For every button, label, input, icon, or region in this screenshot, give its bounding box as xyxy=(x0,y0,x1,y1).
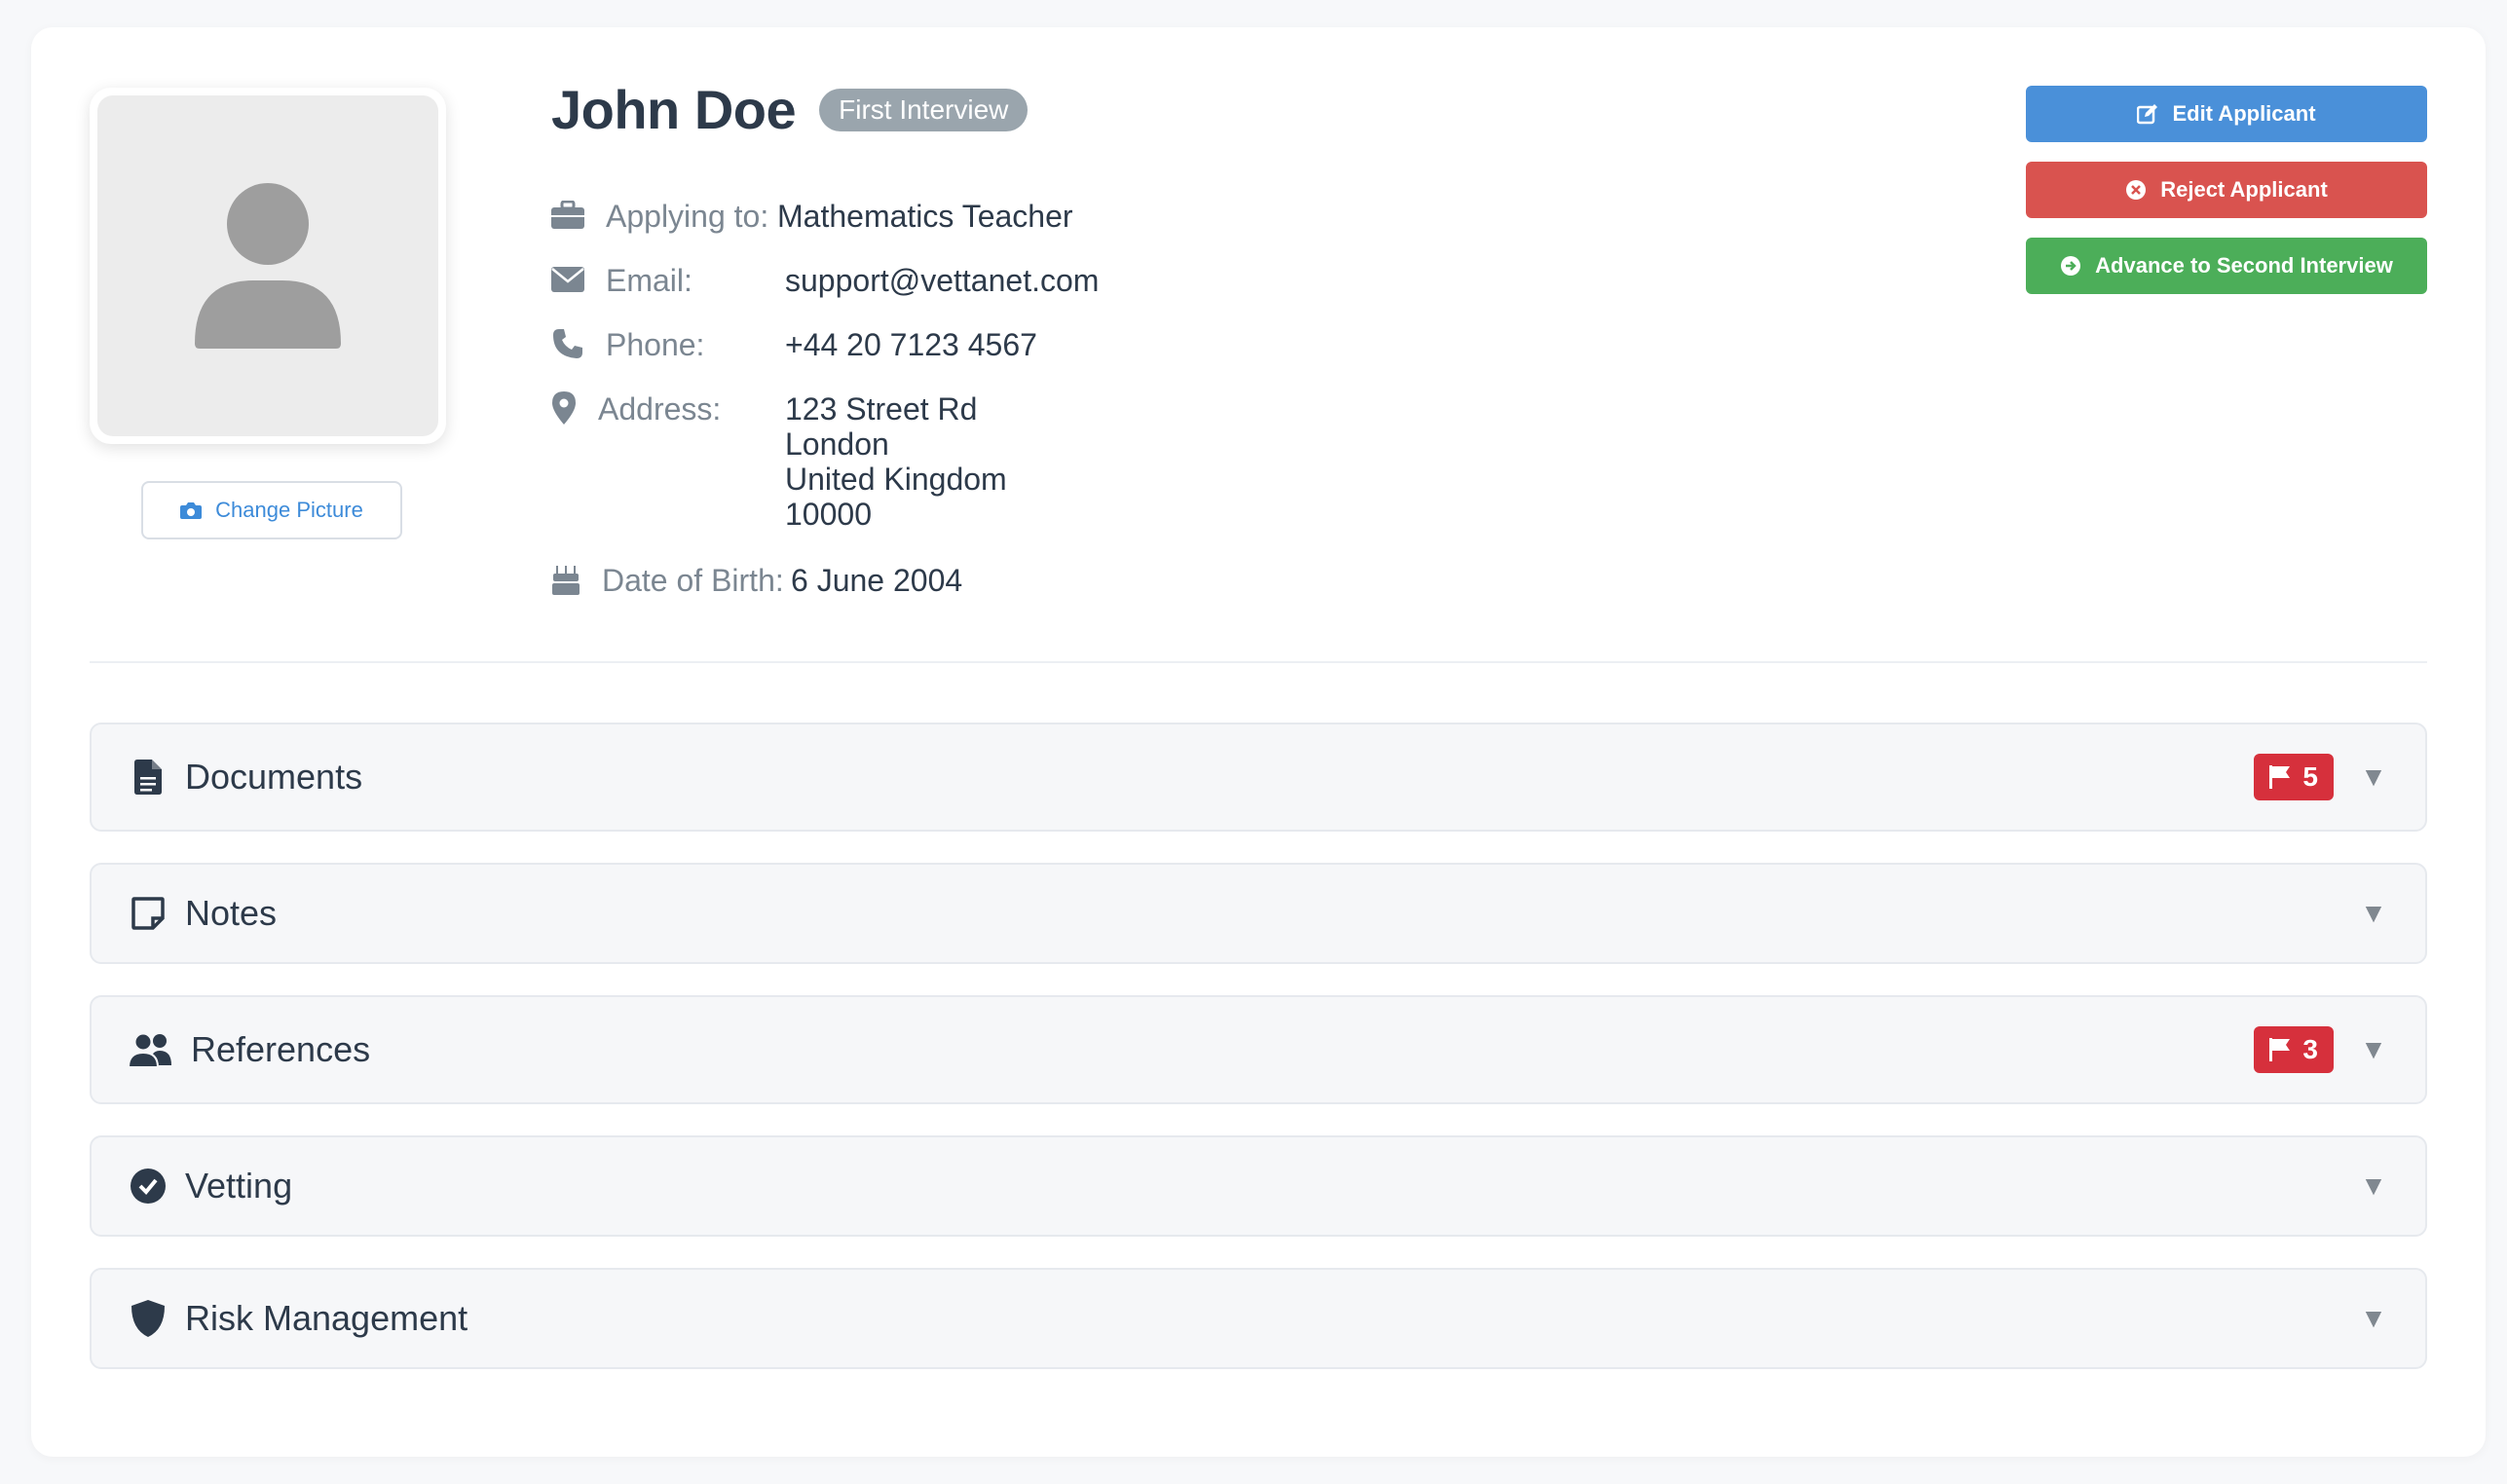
advance-interview-label: Advance to Second Interview xyxy=(2095,253,2393,278)
references-flag-count: 3 xyxy=(2302,1034,2318,1064)
envelope-icon xyxy=(551,263,584,296)
note-icon xyxy=(129,894,168,933)
email-row: Email: support@vettanet.com xyxy=(551,263,1099,299)
reject-applicant-label: Reject Applicant xyxy=(2160,177,2328,202)
phone-value: +44 20 7123 4567 xyxy=(785,327,1037,362)
address-line-country: United Kingdom xyxy=(785,462,1007,497)
section-vetting[interactable]: Vetting ▼ xyxy=(90,1135,2427,1237)
documents-flag-badge: 5 xyxy=(2254,754,2334,800)
check-circle-icon xyxy=(129,1167,168,1206)
section-notes-title: Notes xyxy=(185,893,278,933)
applicant-card: Change Picture John Doe First Interview … xyxy=(31,27,2486,1457)
section-risk-management-controls: ▼ xyxy=(2359,1303,2388,1334)
chevron-down-icon[interactable]: ▼ xyxy=(2359,761,2388,793)
avatar-placeholder xyxy=(97,95,438,436)
dob-value: 6 June 2004 xyxy=(791,563,963,598)
section-documents[interactable]: Documents 5 ▼ xyxy=(90,723,2427,832)
camera-icon xyxy=(180,502,203,519)
users-icon xyxy=(129,1030,173,1069)
phone-row: Phone: +44 20 7123 4567 xyxy=(551,327,1037,363)
section-documents-controls: 5 ▼ xyxy=(2254,754,2388,800)
applying-label: Applying to: xyxy=(606,199,769,234)
section-risk-management-title: Risk Management xyxy=(185,1298,468,1338)
profile-picture xyxy=(90,88,446,444)
address-label: Address: xyxy=(598,391,722,427)
document-icon xyxy=(129,758,168,797)
name-row: John Doe First Interview xyxy=(551,78,1029,141)
address-line-postcode: 10000 xyxy=(785,497,872,532)
stage-badge: First Interview xyxy=(819,88,1029,131)
arrow-circle-right-icon xyxy=(2061,256,2081,276)
phone-label: Phone: xyxy=(606,327,705,362)
map-pin-icon xyxy=(551,391,577,425)
section-vetting-controls: ▼ xyxy=(2359,1170,2388,1202)
briefcase-icon xyxy=(551,199,584,232)
references-flag-badge: 3 xyxy=(2254,1026,2334,1073)
email-value[interactable]: support@vettanet.com xyxy=(785,263,1099,298)
change-picture-button[interactable]: Change Picture xyxy=(141,481,402,539)
reject-applicant-button[interactable]: Reject Applicant xyxy=(2026,162,2427,218)
birthday-cake-icon xyxy=(551,563,580,596)
chevron-down-icon[interactable]: ▼ xyxy=(2359,1034,2388,1065)
section-references-controls: 3 ▼ xyxy=(2254,1026,2388,1073)
address-line-street: 123 Street Rd xyxy=(785,391,978,427)
email-label: Email: xyxy=(606,263,692,298)
divider xyxy=(90,661,2427,663)
dob-label: Date of Birth: xyxy=(602,563,784,598)
shield-icon xyxy=(129,1299,168,1338)
section-notes-controls: ▼ xyxy=(2359,898,2388,929)
edit-applicant-button[interactable]: Edit Applicant xyxy=(2026,86,2427,142)
section-documents-title: Documents xyxy=(185,757,363,797)
user-silhouette-icon xyxy=(195,183,341,349)
chevron-down-icon[interactable]: ▼ xyxy=(2359,898,2388,929)
section-references-title: References xyxy=(191,1029,371,1069)
x-circle-icon xyxy=(2126,180,2147,200)
change-picture-label: Change Picture xyxy=(215,498,363,522)
flag-icon xyxy=(2269,765,2291,789)
section-risk-management[interactable]: Risk Management ▼ xyxy=(90,1268,2427,1369)
dob-row: Date of Birth: 6 June 2004 xyxy=(551,563,962,599)
flag-icon xyxy=(2269,1038,2291,1061)
address-line-city: London xyxy=(785,427,889,462)
address-value: 123 Street Rd London United Kingdom 1000… xyxy=(785,391,1007,532)
advance-interview-button[interactable]: Advance to Second Interview xyxy=(2026,238,2427,294)
address-row: Address: 123 Street Rd London United Kin… xyxy=(551,391,1007,532)
section-notes[interactable]: Notes ▼ xyxy=(90,863,2427,964)
documents-flag-count: 5 xyxy=(2302,761,2318,792)
applicant-name: John Doe xyxy=(551,79,797,140)
edit-applicant-label: Edit Applicant xyxy=(2172,101,2316,126)
phone-icon xyxy=(551,327,584,360)
chevron-down-icon[interactable]: ▼ xyxy=(2359,1303,2388,1334)
applying-value: Mathematics Teacher xyxy=(777,199,1073,234)
section-vetting-title: Vetting xyxy=(185,1166,293,1206)
section-references[interactable]: References 3 ▼ xyxy=(90,995,2427,1104)
chevron-down-icon[interactable]: ▼ xyxy=(2359,1170,2388,1202)
applying-row: Applying to: Mathematics Teacher xyxy=(551,199,1073,235)
edit-icon xyxy=(2137,104,2158,125)
